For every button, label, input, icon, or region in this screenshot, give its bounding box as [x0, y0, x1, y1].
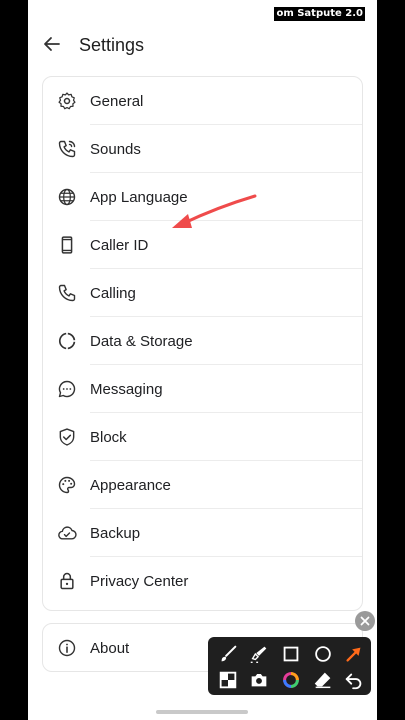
gear-icon: [58, 92, 76, 110]
shield-check-icon: [59, 428, 75, 446]
eraser-icon[interactable]: [312, 669, 334, 691]
data-circle-icon: [58, 332, 76, 350]
app-header: Settings: [28, 22, 377, 72]
menu-item-label: General: [90, 93, 144, 110]
menu-item-label: Backup: [90, 525, 141, 542]
mosaic-icon[interactable]: [217, 669, 239, 691]
watermark: om Satpute 2.0: [274, 7, 365, 21]
menu-item-label: About: [90, 640, 130, 657]
menu-item-label: Appearance: [90, 477, 171, 494]
cloud-check-icon: [58, 526, 77, 540]
back-arrow-icon[interactable]: [40, 32, 64, 56]
page-title: Settings: [79, 35, 145, 55]
annotation-arrow: [172, 194, 257, 228]
info-icon: [58, 639, 76, 657]
close-icon: [360, 616, 370, 626]
toolbar-close-button[interactable]: [355, 611, 375, 631]
brush-icon[interactable]: [217, 643, 239, 665]
highlighter-icon[interactable]: [248, 643, 270, 665]
chat-bubble-icon: [58, 380, 76, 398]
mobile-phone-icon: [61, 236, 73, 254]
menu-item-appearance[interactable]: Appearance: [43, 461, 362, 509]
drawing-toolbar: [208, 637, 371, 695]
menu-item-data-storage[interactable]: Data & Storage: [43, 317, 362, 365]
phone-icon: [58, 284, 76, 302]
rectangle-tool-icon[interactable]: [280, 643, 302, 665]
arrow-tool-icon[interactable]: [343, 643, 365, 665]
menu-item-label: Sounds: [90, 141, 141, 158]
undo-icon[interactable]: [343, 669, 365, 691]
menu-item-general[interactable]: General: [43, 77, 362, 125]
menu-item-label: Messaging: [90, 381, 163, 398]
menu-item-label: Privacy Center: [90, 573, 189, 590]
menu-item-messaging[interactable]: Messaging: [43, 365, 362, 413]
screen: om Satpute 2.0 Settings General Sounds A…: [28, 0, 377, 720]
menu-item-calling[interactable]: Calling: [43, 269, 362, 317]
menu-item-label: Data & Storage: [90, 333, 193, 350]
menu-item-label: Block: [90, 429, 127, 446]
menu-item-label: Caller ID: [90, 237, 149, 254]
menu-item-label: Calling: [90, 285, 136, 302]
menu-item-block[interactable]: Block: [43, 413, 362, 461]
phone-ring-icon: [58, 140, 76, 158]
home-indicator[interactable]: [156, 710, 248, 714]
settings-list: General Sounds App Language Caller ID Ca…: [42, 76, 363, 611]
color-picker-icon[interactable]: [280, 669, 302, 691]
lock-icon: [60, 572, 74, 590]
camera-icon[interactable]: [248, 669, 270, 691]
menu-item-privacy-center[interactable]: Privacy Center: [43, 557, 362, 605]
circle-tool-icon[interactable]: [312, 643, 334, 665]
palette-icon: [58, 476, 76, 494]
menu-item-backup[interactable]: Backup: [43, 509, 362, 557]
menu-item-sounds[interactable]: Sounds: [43, 125, 362, 173]
globe-icon: [58, 188, 76, 206]
